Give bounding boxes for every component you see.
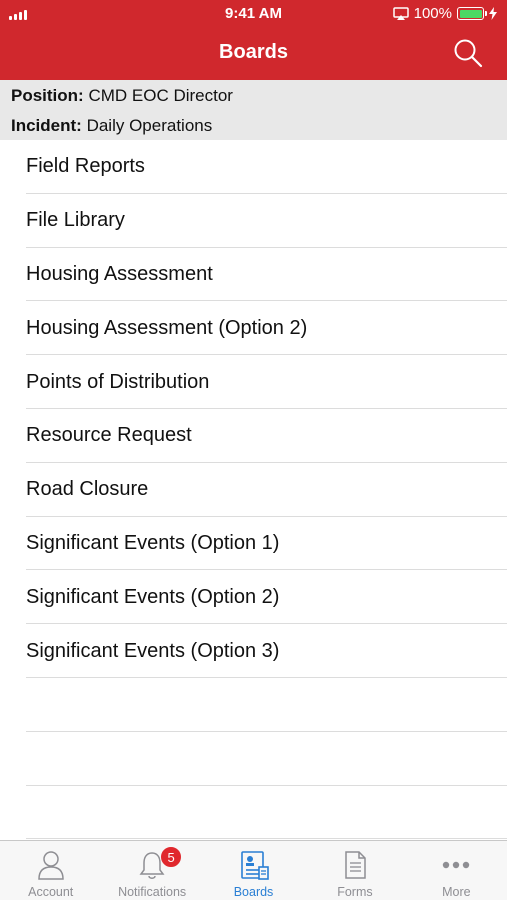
tab-account[interactable]: Account bbox=[0, 841, 101, 900]
tab-label: Forms bbox=[337, 885, 373, 899]
charging-bolt-icon bbox=[489, 7, 497, 20]
status-right: 100% bbox=[392, 5, 497, 22]
position-row: Position: CMD EOC Director bbox=[11, 86, 233, 106]
status-bar: 9:41 AM 100% bbox=[0, 0, 507, 28]
tab-label: More bbox=[442, 885, 471, 899]
nav-bar: Boards bbox=[0, 28, 507, 80]
board-item[interactable]: Significant Events (Option 1) bbox=[0, 517, 507, 571]
page-title: Boards bbox=[219, 41, 288, 63]
board-item[interactable]: Housing Assessment bbox=[0, 248, 507, 302]
empty-list-row bbox=[0, 786, 507, 840]
board-item[interactable]: Significant Events (Option 3) bbox=[0, 624, 507, 678]
airplay-icon bbox=[392, 6, 409, 21]
boards-list: Field Reports File Library Housing Asses… bbox=[0, 140, 507, 840]
incident-label: Incident: bbox=[11, 116, 82, 135]
board-item[interactable]: Resource Request bbox=[0, 409, 507, 463]
battery-percent: 100% bbox=[413, 5, 452, 22]
board-item[interactable]: Road Closure bbox=[0, 463, 507, 517]
tab-boards[interactable]: Boards bbox=[203, 841, 304, 900]
incident-value: Daily Operations bbox=[86, 116, 213, 135]
tab-notifications[interactable]: 5 Notifications bbox=[101, 841, 202, 900]
tab-label: Boards bbox=[233, 885, 274, 899]
notification-badge: 5 bbox=[160, 846, 183, 868]
board-item[interactable]: Points of Distribution bbox=[0, 355, 507, 409]
position-label: Position: bbox=[11, 86, 84, 105]
tab-label: Account bbox=[28, 885, 74, 899]
search-icon bbox=[454, 39, 483, 68]
person-icon bbox=[37, 851, 64, 880]
battery-icon bbox=[457, 7, 487, 20]
incident-row: Incident: Daily Operations bbox=[11, 116, 212, 136]
position-value: CMD EOC Director bbox=[88, 86, 233, 105]
tab-forms[interactable]: Forms bbox=[304, 841, 405, 900]
tab-more[interactable]: More bbox=[406, 841, 507, 900]
more-dots-icon bbox=[443, 861, 470, 869]
board-item[interactable]: Significant Events (Option 2) bbox=[0, 570, 507, 624]
tab-bar: Account 5 Notifications Boards Forms Mor… bbox=[0, 840, 507, 900]
context-info-panel: Position: CMD EOC Director Incident: Dai… bbox=[0, 80, 507, 140]
board-item[interactable]: Housing Assessment (Option 2) bbox=[0, 301, 507, 355]
board-item[interactable]: Field Reports bbox=[0, 140, 507, 194]
form-icon bbox=[345, 851, 366, 879]
board-item[interactable]: File Library bbox=[0, 194, 507, 248]
search-button[interactable] bbox=[453, 38, 483, 68]
boards-icon bbox=[240, 851, 269, 880]
empty-list-row bbox=[0, 678, 507, 732]
empty-list-row bbox=[0, 732, 507, 786]
tab-label: Notifications bbox=[118, 885, 187, 899]
